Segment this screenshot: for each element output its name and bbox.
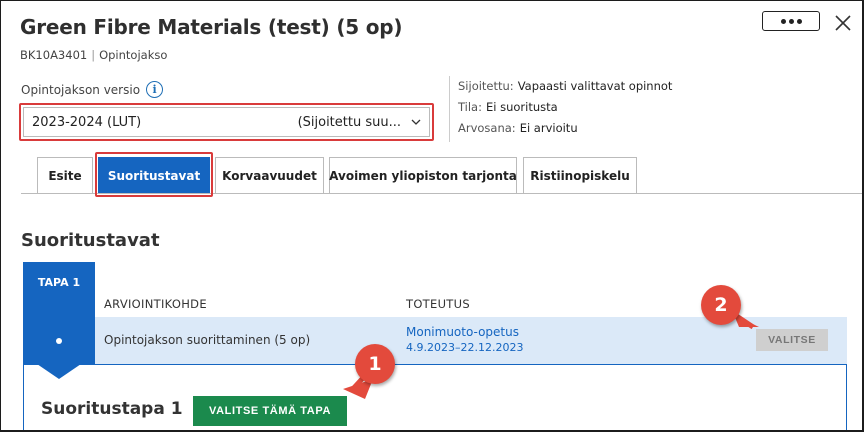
tab-avoimen-yliopiston-tarjonta[interactable]: Avoimen yliopiston tarjonta [329, 157, 517, 193]
suoritustapa-detail-panel [23, 364, 847, 430]
suoritustapa-title: Suoritustapa 1 [41, 399, 183, 419]
course-code-line: BK10A3401 | Opintojakso [20, 48, 167, 62]
more-icon-dot [796, 18, 802, 24]
tab-ristiinopiskelu[interactable]: Ristiinopiskelu [523, 157, 637, 193]
valitse-button[interactable]: VALITSE [756, 329, 828, 351]
page-title: Green Fibre Materials (test) (5 op) [20, 15, 403, 39]
tab-tapa-1[interactable]: TAPA 1 [23, 262, 95, 317]
close-icon[interactable] [833, 13, 853, 33]
toteutus-dates: 4.9.2023–22.12.2023 [406, 341, 524, 354]
tab-esite[interactable]: Esite [37, 157, 93, 193]
column-header-arviointikohde: ARVIOINTIKOHDE [104, 297, 207, 311]
info-key: Arvosana: [458, 121, 516, 135]
annotation-highlight-select [19, 103, 434, 141]
more-options-button[interactable] [762, 11, 820, 31]
info-value: Ei arvioitu [519, 121, 578, 135]
arviointikohde-cell: Opintojakson suorittaminen (5 op) [104, 333, 311, 347]
more-icon-dot [788, 18, 794, 24]
bullet-icon [56, 337, 62, 344]
info-row-status: Tila: Ei suoritusta [458, 97, 672, 118]
info-key: Sijoitettu: [458, 79, 514, 93]
course-info: Sijoitettu: Vapaasti valittavat opinnot T… [449, 76, 672, 142]
course-code: BK10A3401 [20, 48, 88, 62]
annotation-callout-1: 1 [355, 344, 395, 384]
info-key: Tila: [458, 100, 482, 114]
valitse-tama-tapa-button[interactable]: VALITSE TÄMÄ TAPA [193, 396, 347, 426]
row-marker [23, 317, 95, 364]
info-row-grade: Arvosana: Ei arvioitu [458, 118, 672, 139]
info-icon[interactable]: i [146, 81, 164, 98]
detail-pointer [37, 364, 81, 379]
toteutus-link[interactable]: Monimuoto-opetus [406, 325, 519, 339]
column-header-toteutus: TOTEUTUS [406, 297, 470, 311]
section-title: Suoritustavat [21, 230, 160, 251]
version-label-text: Opintojakson versio [21, 82, 141, 97]
info-value: Ei suoritusta [485, 100, 558, 114]
course-dialog: Green Fibre Materials (test) (5 op) BK10… [0, 0, 864, 432]
annotation-highlight-tab [95, 152, 213, 197]
info-row-placement: Sijoitettu: Vapaasti valittavat opinnot [458, 76, 672, 97]
annotation-callout-2: 2 [701, 285, 741, 325]
more-icon [780, 18, 786, 24]
info-value: Vapaasti valittavat opinnot [517, 79, 673, 93]
separator: | [91, 48, 96, 62]
tab-korvaavuudet[interactable]: Korvaavuudet [215, 157, 324, 193]
course-type: Opintojakso [99, 48, 168, 62]
version-label: Opintojakson versio i [21, 81, 164, 98]
